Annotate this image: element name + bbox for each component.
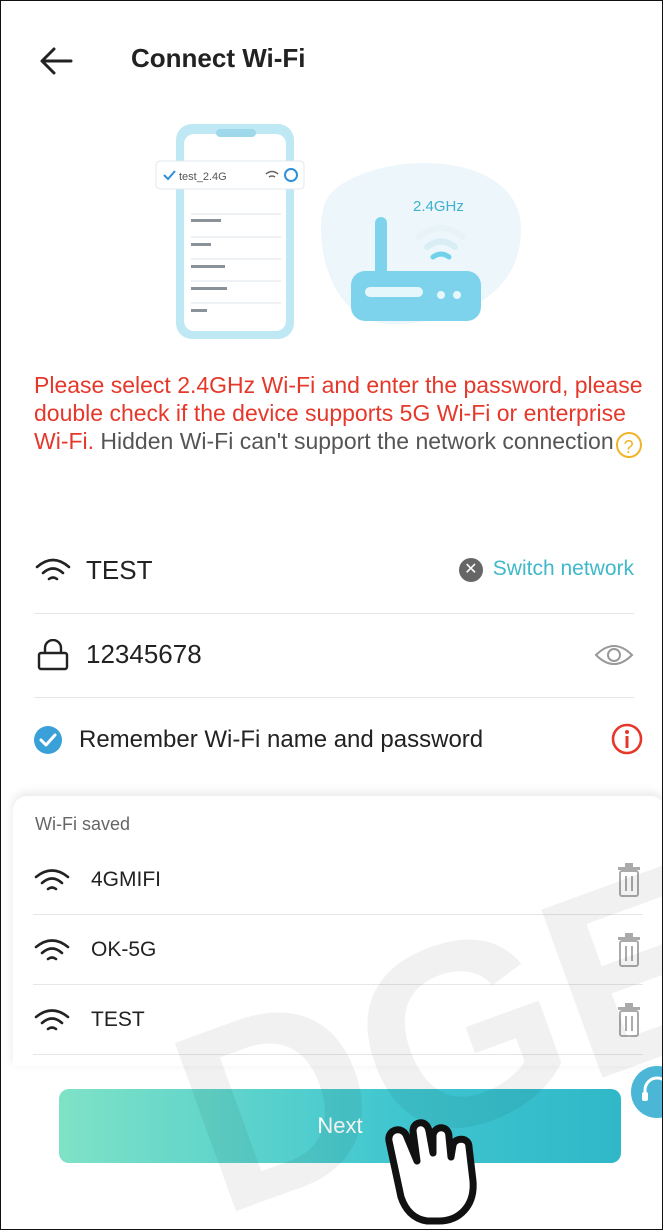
switch-network-button[interactable]: ✕ Switch network — [458, 557, 634, 582]
switch-network-label: Switch network — [492, 557, 634, 580]
eye-icon[interactable] — [594, 639, 634, 671]
trash-icon[interactable] — [615, 862, 643, 898]
wifi-icon — [34, 1009, 70, 1031]
help-icon[interactable]: ? — [615, 432, 642, 458]
saved-wifi-item[interactable]: TEST — [33, 986, 643, 1055]
close-circle-icon: ✕ — [458, 558, 483, 582]
saved-wifi-item[interactable]: OK-5G — [33, 916, 643, 985]
info-icon[interactable] — [610, 722, 644, 756]
hidden-wifi-note: Hidden Wi-Fi can't support the network c… — [94, 428, 614, 454]
saved-wifi-name: 4GMIFI — [91, 868, 162, 891]
remember-row[interactable]: Remember Wi-Fi name and password — [34, 716, 644, 766]
page-title: Connect Wi-Fi — [131, 43, 306, 73]
wifi-icon — [35, 558, 71, 581]
network-row: TEST ✕ Switch network — [34, 529, 634, 614]
saved-wifi-item[interactable]: 4GMIFI — [33, 846, 643, 915]
band-label: 2.4GHz — [413, 198, 464, 215]
trash-icon[interactable] — [615, 1002, 643, 1038]
password-row[interactable]: 12345678 — [34, 613, 634, 698]
pointing-hand-icon — [385, 1119, 477, 1225]
network-name: TEST — [86, 555, 153, 585]
customer-support-icon[interactable] — [631, 1066, 663, 1118]
trash-icon[interactable] — [615, 932, 643, 968]
saved-wifi-panel: Wi-Fi saved 4GMIFI OK-5G TEST — [13, 796, 662, 1066]
app-screen: Connect Wi-Fi test_2.4G 2.4GHz Please se… — [0, 0, 663, 1230]
header: Connect Wi-Fi — [1, 1, 662, 121]
back-arrow-icon[interactable] — [37, 41, 77, 81]
saved-wifi-name: TEST — [91, 1008, 145, 1031]
saved-caption: Wi-Fi saved — [35, 814, 131, 834]
saved-wifi-name: OK-5G — [91, 938, 157, 961]
next-button[interactable]: Next — [59, 1089, 621, 1163]
wifi-router-illustration: test_2.4G 2.4GHz — [155, 124, 521, 339]
phone-network-label: test_2.4G — [179, 171, 227, 183]
lock-icon — [37, 639, 69, 671]
wifi-notice: Please select 2.4GHz Wi-Fi and enter the… — [34, 371, 644, 458]
remember-label: Remember Wi-Fi name and password — [79, 726, 484, 753]
password-field[interactable]: 12345678 — [86, 639, 202, 670]
wifi-icon — [34, 939, 70, 961]
wifi-icon — [34, 869, 70, 891]
check-circle-icon[interactable] — [34, 726, 62, 754]
